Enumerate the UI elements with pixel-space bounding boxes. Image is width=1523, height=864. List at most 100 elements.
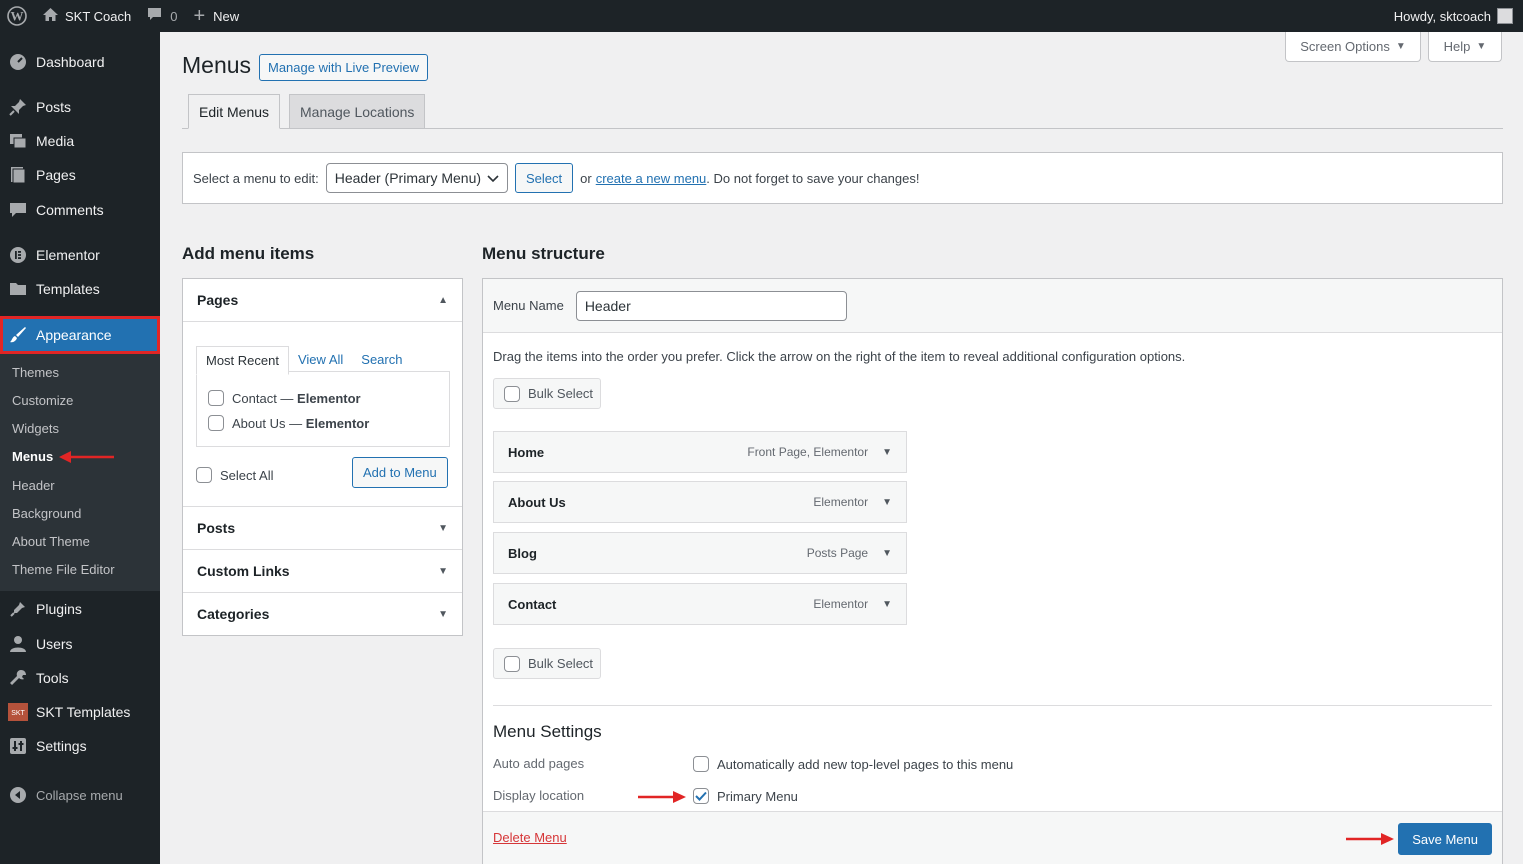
sidebar-label: Users [36,636,73,652]
home-icon [42,7,59,25]
bulk-select-button-bottom[interactable]: Bulk Select [493,648,601,679]
sidebar-label: Templates [36,281,100,297]
caret-down-icon[interactable]: ▼ [882,447,892,458]
sidebar-label: Settings [36,738,87,754]
main-content: Screen Options ▼ Help ▼ Menus Manage wit… [160,32,1523,864]
sidebar-item-appearance[interactable]: Appearance [0,316,160,354]
select-all-checkbox[interactable] [196,467,212,483]
user-icon [0,635,36,653]
admin-sidebar: Dashboard Posts Media Pages Comments Ele… [0,32,160,864]
pages-section-title: Pages [197,292,239,308]
sidebar-item-settings[interactable]: Settings [0,729,160,763]
posts-section-header[interactable]: Posts ▼ [183,506,462,549]
auto-add-row[interactable]: Automatically add new top-level pages to… [693,756,1013,772]
menu-item-title: Home [508,444,545,460]
settings-divider [493,705,1492,706]
plus-icon: + [193,5,206,27]
sidebar-label: SKT Templates [36,704,131,720]
sidebar-label: Appearance [36,327,112,343]
sidebar-item-media[interactable]: Media [0,124,160,158]
submenu-item-widgets[interactable]: Widgets [12,421,59,436]
site-name-link[interactable]: SKT Coach [34,0,139,32]
menu-item-title: About Us [508,494,566,510]
primary-menu-checkbox[interactable] [693,788,709,804]
page-separator: — [285,415,306,431]
screen-options-button[interactable]: Screen Options ▼ [1285,32,1421,62]
pin-icon [0,98,36,116]
page-title-text: Contact [232,390,277,406]
caret-down-icon[interactable]: ▼ [882,497,892,508]
manage-live-preview-button[interactable]: Manage with Live Preview [259,54,429,81]
sidebar-item-plugins[interactable]: Plugins [0,592,160,626]
bulk-select-checkbox[interactable] [504,655,520,672]
site-name: SKT Coach [65,8,132,24]
page-builder: Elementor [297,390,361,406]
bulk-select-checkbox[interactable] [504,385,520,402]
menu-select-dropdown[interactable]: Header (Primary Menu) [325,163,509,193]
tab-edit-menus[interactable]: Edit Menus [188,94,281,129]
pages-section-header[interactable]: Pages ▲ [183,279,462,322]
select-all-row[interactable]: Select All [196,467,273,483]
admin-bar: W SKT Coach 0 + New Howdy, sktcoach [0,0,1523,32]
menu-item-row[interactable]: About Us Elementor ▼ [493,481,907,523]
menu-footer-bar: Delete Menu Save Menu [483,811,1502,864]
tab-manage-locations[interactable]: Manage Locations [289,94,426,129]
caret-down-icon[interactable]: ▼ [882,548,892,559]
sidebar-item-skt-templates[interactable]: SKT SKT Templates [0,695,160,729]
wordpress-logo-icon[interactable]: W [0,0,34,32]
new-label: New [213,8,240,24]
bulk-select-button[interactable]: Bulk Select [493,378,601,409]
comments-count: 0 [170,8,178,24]
wrench-icon [0,669,36,687]
menu-item-row[interactable]: Home Front Page, Elementor ▼ [493,431,907,473]
menu-item-row[interactable]: Blog Posts Page ▼ [493,532,907,574]
page-checkbox[interactable] [208,390,224,406]
annotation-arrow-icon [1346,833,1394,845]
menu-name-input[interactable]: Header [575,290,847,321]
list-item[interactable]: Contact — Elementor [208,390,361,406]
save-reminder-text: . Do not forget to save your changes! [706,170,920,186]
drag-instructions: Drag the items into the order you prefer… [493,349,1186,364]
submenu-item-about-theme[interactable]: About Theme [12,534,90,549]
sidebar-item-comments[interactable]: Comments [0,193,160,227]
select-button[interactable]: Select [515,163,574,193]
sidebar-item-tools[interactable]: Tools [0,661,160,695]
caret-down-icon: ▼ [438,608,448,620]
submenu-item-header[interactable]: Header [12,478,55,493]
user-account-link[interactable]: Howdy, sktcoach [1386,0,1523,32]
primary-menu-row[interactable]: Primary Menu [693,788,798,804]
help-label: Help [1443,39,1471,54]
help-button[interactable]: Help ▼ [1428,32,1502,62]
sidebar-item-posts[interactable]: Posts [0,90,160,124]
sidebar-item-templates[interactable]: Templates [0,272,160,306]
list-item[interactable]: About Us — Elementor [208,415,369,431]
page-title: Menus [182,52,252,78]
caret-down-icon[interactable]: ▼ [882,599,892,610]
custom-links-section-header[interactable]: Custom Links ▼ [183,549,462,592]
add-to-menu-button[interactable]: Add to Menu [352,457,448,488]
create-new-menu-link[interactable]: create a new menu [596,171,707,186]
pages-list-panel: Contact — Elementor About Us — Elementor [196,371,450,447]
submenu-item-customize[interactable]: Customize [12,393,73,408]
submenu-item-menus[interactable]: Menus [12,449,53,464]
comments-link[interactable]: 0 [139,0,185,32]
submenu-item-background[interactable]: Background [12,506,81,521]
sidebar-item-elementor[interactable]: Elementor [0,238,160,272]
page-checkbox[interactable] [208,415,224,431]
save-menu-button[interactable]: Save Menu [1398,823,1492,855]
sidebar-item-users[interactable]: Users [0,627,160,661]
categories-section-header[interactable]: Categories ▼ [183,592,462,635]
delete-menu-link[interactable]: Delete Menu [493,830,567,845]
select-menu-label: Select a menu to edit: [193,170,319,186]
comment-icon [147,7,162,25]
sidebar-item-pages[interactable]: Pages [0,158,160,192]
collapse-menu-button[interactable]: Collapse menu [0,780,160,810]
new-content-link[interactable]: + New [185,0,247,32]
menu-item-row[interactable]: Contact Elementor ▼ [493,583,907,625]
submenu-item-theme-file-editor[interactable]: Theme File Editor [12,562,115,577]
caret-down-icon: ▼ [1476,41,1487,52]
submenu-item-themes[interactable]: Themes [12,365,59,380]
sidebar-item-dashboard[interactable]: Dashboard [0,45,160,79]
auto-add-checkbox[interactable] [693,756,709,772]
tab-most-recent[interactable]: Most Recent [196,346,289,375]
